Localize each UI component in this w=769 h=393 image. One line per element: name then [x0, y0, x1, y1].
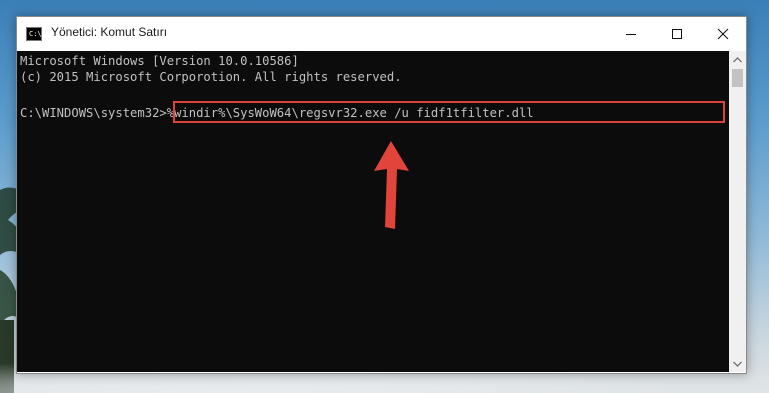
console-output[interactable]: Microsoft Windows [Version 10.0.10586] (… — [17, 51, 729, 372]
window-title: Yönetici: Komut Satırı — [51, 25, 168, 39]
vertical-scrollbar[interactable] — [729, 51, 746, 372]
minimize-icon — [626, 34, 636, 35]
close-icon — [717, 28, 729, 40]
cmd-icon: C:\ — [26, 27, 42, 41]
cmd-icon-prompt: C:\ — [29, 30, 42, 38]
scroll-down-icon — [733, 361, 742, 367]
scroll-up-icon — [733, 56, 742, 62]
maximize-icon — [672, 29, 682, 39]
console-prompt: C:\WINDOWS\system32> — [20, 106, 167, 120]
scroll-up-button[interactable] — [729, 51, 746, 68]
console-line-version: Microsoft Windows [Version 10.0.10586] — [20, 54, 299, 68]
scroll-down-button[interactable] — [729, 355, 746, 372]
close-button[interactable] — [700, 17, 746, 51]
command-highlight-box — [173, 101, 725, 123]
maximize-button[interactable] — [654, 17, 700, 51]
command-prompt-window[interactable]: C:\ Yönetici: Komut Satırı Microsoft Win… — [16, 16, 747, 374]
console-line-copyright: (c) 2015 Microsoft Corporotion. All righ… — [20, 70, 402, 84]
red-arrow-icon — [374, 141, 409, 229]
minimize-button[interactable] — [608, 17, 654, 51]
scroll-thumb[interactable] — [732, 69, 743, 87]
title-bar[interactable]: C:\ Yönetici: Komut Satırı — [17, 17, 746, 51]
